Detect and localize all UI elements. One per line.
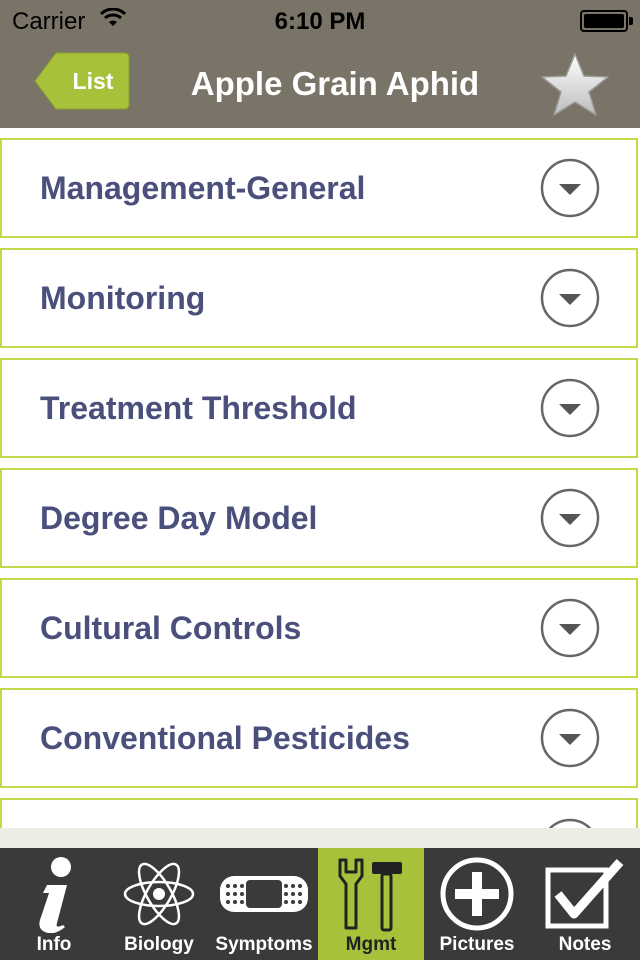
favorite-star-icon[interactable]	[540, 52, 610, 118]
tab-notes[interactable]: Notes	[530, 848, 640, 960]
navigation-bar: List Apple Grain Aphid	[0, 40, 640, 128]
atom-icon	[108, 854, 210, 934]
section-row-cultural-controls[interactable]: Cultural Controls	[0, 578, 638, 678]
tab-biology[interactable]: Biology	[108, 848, 210, 960]
section-label: Treatment Threshold	[40, 390, 357, 426]
tools-icon	[318, 854, 424, 934]
tab-label: Pictures	[439, 934, 515, 955]
tab-label: Symptoms	[215, 934, 313, 955]
plus-circle-icon	[424, 854, 530, 934]
section-row-partial[interactable]	[0, 798, 638, 828]
expand-chevron-icon[interactable]	[540, 268, 600, 328]
list-footer-strip	[0, 828, 640, 848]
section-row-treatment-threshold[interactable]: Treatment Threshold	[0, 358, 638, 458]
section-label: Management-General	[40, 170, 366, 206]
tab-mgmt[interactable]: Mgmt	[318, 848, 424, 960]
section-label: Cultural Controls	[40, 610, 302, 646]
section-list: Management-General Monitoring Treatment …	[0, 128, 640, 828]
back-button[interactable]: List	[34, 52, 130, 110]
tab-label: Biology	[124, 934, 194, 955]
section-row-monitoring[interactable]: Monitoring	[0, 248, 638, 348]
expand-chevron-icon[interactable]	[540, 378, 600, 438]
section-label: Monitoring	[40, 280, 206, 316]
tab-label: Info	[36, 934, 72, 955]
page-title: Apple Grain Aphid	[190, 65, 480, 102]
section-row-management-general[interactable]: Management-General	[0, 138, 638, 238]
battery-icon	[580, 10, 633, 32]
expand-chevron-icon[interactable]	[540, 598, 600, 658]
tab-info[interactable]: Info	[0, 848, 108, 960]
expand-chevron-icon[interactable]	[540, 708, 600, 768]
tab-label: Mgmt	[345, 934, 397, 955]
section-label: Conventional Pesticides	[40, 720, 410, 756]
tab-symptoms[interactable]: Symptoms	[210, 848, 318, 960]
status-bar: Carrier 6:10 PM	[0, 0, 640, 40]
tab-bar: Info Biology Symptoms Mgmt Pictures Note…	[0, 848, 640, 960]
tab-pictures[interactable]: Pictures	[424, 848, 530, 960]
tab-label: Notes	[558, 934, 612, 955]
clock: 6:10 PM	[274, 8, 366, 35]
info-icon	[0, 854, 108, 934]
bandage-icon	[210, 854, 318, 934]
expand-chevron-icon[interactable]	[540, 818, 600, 828]
expand-chevron-icon[interactable]	[540, 158, 600, 218]
section-row-degree-day-model[interactable]: Degree Day Model	[0, 468, 638, 568]
section-label: Degree Day Model	[40, 500, 318, 536]
checkbox-icon	[530, 854, 640, 934]
section-row-conventional-pesticides[interactable]: Conventional Pesticides	[0, 688, 638, 788]
back-button-label: List	[72, 68, 114, 94]
expand-chevron-icon[interactable]	[540, 488, 600, 548]
